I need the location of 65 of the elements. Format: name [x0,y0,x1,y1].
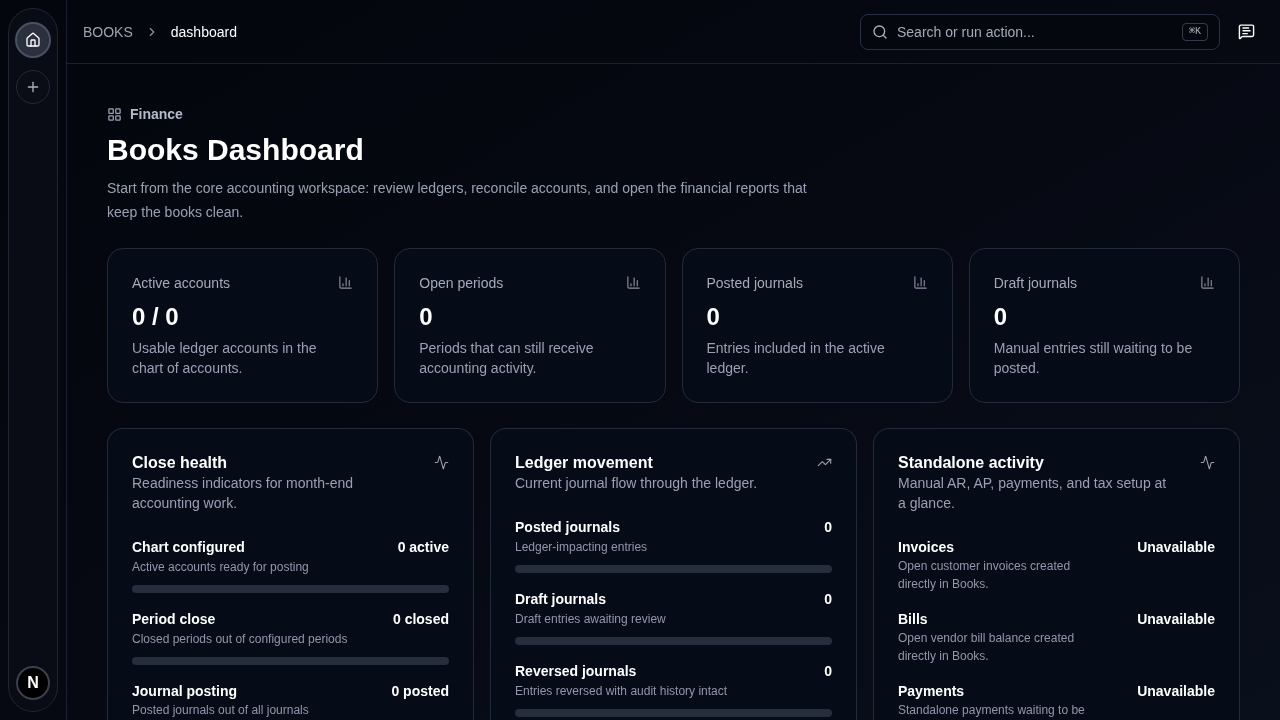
stat-label: Draft journals [993,274,1077,293]
bar-chart-icon [625,275,641,290]
plus-icon [25,79,41,95]
metric-value: 0 closed [392,610,449,629]
pulse-icon [1200,455,1215,470]
shortcut-key: ⌘K [1181,22,1208,41]
metric-description: Open customer invoices created directly in Books. [898,558,1072,593]
metric-name: Invoices [898,538,956,557]
metric-name: Posted journals [515,518,622,537]
metric-name: Payments [898,682,966,701]
bar-chart-icon [338,275,354,290]
metric-value: 0 [824,662,832,681]
metric-name: Period close [132,610,217,629]
metric-value: 0 active [397,538,449,557]
breadcrumb-link[interactable]: BOOKS [83,21,133,42]
home-button[interactable] [15,22,51,58]
panel-title: Ledger movement [515,453,654,473]
metric-value: Unavailable [1137,610,1215,629]
stat-label: Open periods [419,274,504,293]
stat-description: Entries included in the active ledger. [706,339,886,378]
metric-description: Active accounts ready for posting [132,559,309,576]
stat-value: 0 [706,302,721,332]
section-eyebrow: Finance [130,105,183,124]
stat-description: Manual entries still waiting to be posted. [993,339,1194,378]
metric-name: Bills [898,610,929,629]
page-title: Books Dashboard [107,132,365,168]
metric-description: Open vendor bill balance created directly in Books. [898,630,1076,665]
grid-icon [107,106,122,122]
search-icon [872,23,888,40]
stat-value: 0 [993,302,1009,332]
add-button[interactable] [16,70,50,104]
metric-value: 0 [824,590,832,609]
metric-value: Unavailable [1137,538,1215,557]
metric-name: Draft journals [515,590,607,609]
breadcrumb-current: dashboard [170,22,237,42]
stat-label: Posted journals [706,274,803,293]
panel-title: Standalone activity [898,453,1045,473]
metric-name: Journal posting [132,682,238,701]
stat-value: 0 [419,302,434,332]
stat-description: Periods that can still receive accounting activity. [419,339,595,378]
stat-label: Active accounts [132,274,231,293]
metric-name: Reversed journals [515,662,638,681]
metric-value: Unavailable [1137,682,1215,701]
stat-description: Usable ledger accounts in the chart of accounts. [132,339,318,378]
bar-chart-icon [912,275,928,290]
panel-description: Manual AR, AP, payments, and tax setup at a glance. [898,474,1168,513]
bar-chart-icon [1200,275,1215,290]
metric-value: 0 [824,518,832,537]
panel-description: Current journal flow through the ledger. [515,474,759,493]
message-icon [1237,23,1255,40]
metric-description: Draft entries awaiting review [515,611,666,628]
metric-description: Closed periods out of configured periods [132,631,348,648]
panel-description: Readiness indicators for month-end accounting work. [132,474,354,513]
stat-value: 0 / 0 [132,302,180,332]
panel-title: Close health [132,453,229,473]
page-description: Start from the core accounting workspace: review ledgers, reconcile accounts, and open the financial reports that keep the books clean. [107,179,808,222]
home-icon [25,32,41,48]
avatar[interactable]: N [16,666,50,700]
metric-description: Standalone payments waiting to be [898,702,1086,719]
metric-description: Ledger-impacting entries [515,539,648,556]
metric-value: 0 posted [391,682,449,701]
metric-name: Chart configured [132,538,246,557]
pulse-icon [434,455,449,470]
metric-description: Posted journals out of all journals [132,702,310,719]
metric-description: Entries reversed with audit history intact [515,683,728,700]
